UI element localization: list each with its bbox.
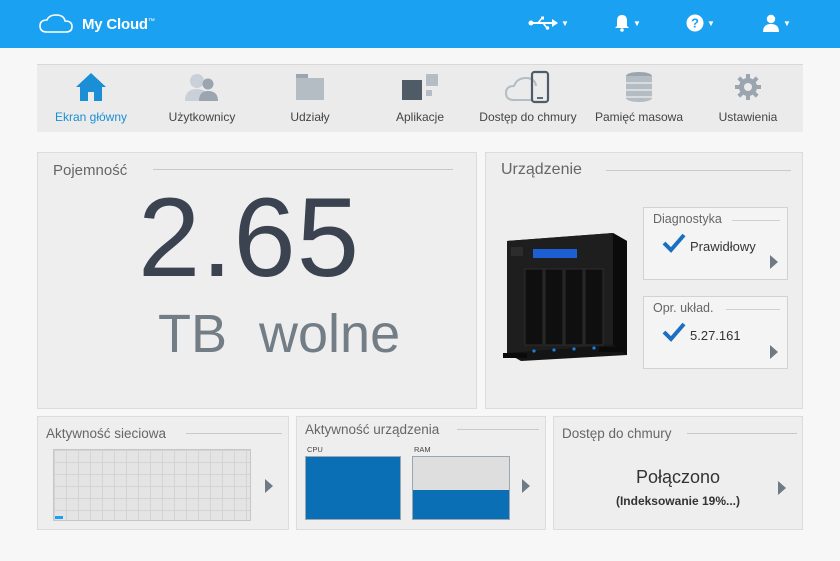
chevron-down-icon: ▼	[633, 18, 641, 28]
nav-item-storage[interactable]: Pamięć masowa	[592, 65, 686, 133]
home-icon	[76, 73, 106, 101]
capacity-suffix: wolne	[259, 304, 401, 364]
ram-label: RAM	[414, 445, 431, 454]
ram-bar	[412, 456, 510, 520]
main-navigation: Ekran główny Użytkownicy Udziały Aplikac…	[37, 64, 803, 132]
device-activity-panel: Aktywność urządzenia CPU RAM	[296, 416, 546, 530]
nav-label: Aplikacje	[395, 110, 445, 124]
cloud-device-icon	[504, 70, 550, 104]
device-panel: Urządzenie Diagnostyka Prawidłowy Opr. u…	[485, 152, 803, 409]
chevron-down-icon: ▼	[561, 18, 569, 28]
storage-icon	[626, 72, 652, 102]
nav-label: Udziały	[290, 110, 330, 124]
divider	[186, 433, 282, 434]
gear-icon	[735, 74, 761, 100]
panel-title: Dostęp do chmury	[562, 426, 672, 441]
svg-text:?: ?	[691, 16, 699, 31]
panel-title: Aktywność sieciowa	[46, 426, 167, 441]
arrow-right-icon[interactable]	[522, 479, 530, 493]
capacity-panel: Pojemność 2.65 TB wolne	[37, 152, 477, 409]
divider	[732, 220, 780, 221]
nav-item-shares[interactable]: Udziały	[277, 65, 343, 133]
cloud-logo-icon	[39, 14, 73, 33]
network-activity-panel: Aktywność sieciowa	[37, 416, 289, 530]
nav-label: Dostęp do chmury	[479, 110, 577, 124]
arrow-right-icon[interactable]	[770, 255, 778, 269]
chevron-down-icon: ▼	[783, 18, 791, 28]
brand-logo[interactable]: My Cloud™	[38, 14, 155, 34]
top-bar: My Cloud™ ▼ ▼ ? ▼ ▼	[0, 0, 840, 48]
divider	[153, 169, 453, 170]
ram-bar-fill	[413, 489, 509, 519]
card-title: Opr. układ.	[653, 301, 714, 315]
panel-title: Pojemność	[53, 162, 128, 179]
arrow-right-icon[interactable]	[770, 345, 778, 359]
brand-name: My Cloud™	[82, 15, 155, 33]
nav-label: Pamięć masowa	[594, 110, 684, 124]
nav-item-cloud-access[interactable]: Dostęp do chmury	[477, 65, 579, 133]
network-chart	[53, 449, 251, 521]
nav-item-settings[interactable]: Ustawienia	[713, 65, 783, 133]
apps-icon	[402, 74, 438, 100]
user-menu[interactable]: ▼	[762, 14, 791, 32]
user-icon	[763, 14, 779, 32]
capacity-unit: TB	[158, 304, 228, 364]
notifications-menu[interactable]: ▼	[614, 14, 641, 32]
nav-item-home[interactable]: Ekran główny	[53, 65, 129, 133]
panel-title: Aktywność urządzenia	[305, 422, 440, 437]
divider	[457, 429, 539, 430]
divider	[687, 433, 797, 434]
nav-label: Użytkownicy	[168, 110, 236, 124]
help-menu[interactable]: ? ▼	[686, 14, 715, 32]
cpu-bar	[305, 456, 401, 520]
diagnostics-card[interactable]: Diagnostyka Prawidłowy	[643, 207, 788, 280]
cloud-status: Połączono	[635, 467, 721, 487]
nav-item-apps[interactable]: Aplikacje	[385, 65, 455, 133]
help-icon: ?	[686, 14, 704, 32]
users-icon	[185, 74, 218, 101]
firmware-version: 5.27.161	[690, 328, 741, 343]
cpu-label: CPU	[307, 445, 323, 454]
cloud-status-detail: (Indeksowanie 19%...)	[615, 494, 741, 508]
diagnostics-status: Prawidłowy	[690, 239, 756, 254]
card-title: Diagnostyka	[653, 212, 722, 226]
nav-item-users[interactable]: Użytkownicy	[162, 65, 242, 133]
chevron-down-icon: ▼	[707, 18, 715, 28]
arrow-right-icon[interactable]	[778, 481, 786, 495]
divider	[606, 170, 791, 171]
usb-icon	[528, 16, 558, 30]
usb-menu[interactable]: ▼	[528, 16, 569, 30]
divider	[726, 309, 780, 310]
panel-title: Urządzenie	[501, 161, 582, 178]
cpu-bar-fill	[306, 457, 400, 519]
arrow-right-icon[interactable]	[265, 479, 273, 493]
nav-label: Ekran główny	[54, 110, 128, 124]
capacity-unit-label: TB wolne	[158, 303, 400, 365]
nas-device-image	[503, 233, 627, 361]
check-icon	[662, 233, 686, 253]
folder-icon	[296, 74, 324, 100]
capacity-value: 2.65	[138, 175, 360, 300]
check-icon	[662, 322, 686, 342]
firmware-card[interactable]: Opr. układ. 5.27.161	[643, 296, 788, 369]
cloud-access-panel: Dostęp do chmury Połączono (Indeksowanie…	[553, 416, 803, 530]
network-activity-bar	[55, 516, 63, 519]
bell-icon	[615, 15, 629, 32]
nav-label: Ustawienia	[718, 110, 778, 124]
